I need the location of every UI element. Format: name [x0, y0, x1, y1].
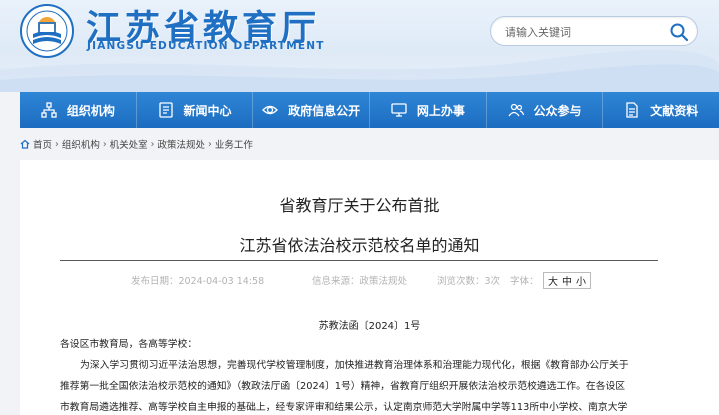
breadcrumb-business-work[interactable]: 业务工作 — [215, 137, 253, 151]
documents-icon — [626, 102, 638, 118]
public-participation-icon — [507, 103, 524, 117]
breadcrumb-home[interactable]: 首页 — [33, 137, 52, 151]
publish-time: 发布日期：2024-04-03 14:58 — [131, 276, 265, 287]
department-logo[interactable] — [20, 4, 74, 58]
search-box — [490, 16, 698, 46]
article-title-line1: 省教育厅关于公布首批 — [279, 196, 440, 215]
article-panel: 省教育厅关于公布首批 江苏省依法治校示范校名单的通知 发布日期：2024-04-… — [20, 160, 719, 415]
breadcrumb-separator: › — [102, 138, 107, 150]
nav-item-info-disclosure[interactable]: 政府信息公开 — [253, 92, 371, 128]
breadcrumb-organization[interactable]: 组织机构 — [62, 137, 100, 151]
online-service-icon — [391, 103, 407, 117]
nav-item-label: 公众参与 — [533, 103, 582, 118]
nav-item-label: 政府信息公开 — [288, 103, 361, 118]
nav-item-label: 文献资料 — [650, 103, 699, 118]
view-count: 浏览次数：3次 — [437, 276, 501, 287]
nav-item-documents[interactable]: 文献资料 — [603, 92, 719, 128]
breadcrumb: 首页 › 组织机构 › 机关处室 › 政策法规处 › 业务工作 — [20, 137, 253, 151]
breadcrumb-policy-office[interactable]: 政策法规处 — [157, 137, 205, 151]
document-number: 苏教法函〔2024〕1号 — [318, 321, 421, 332]
font-size-small[interactable]: 小 — [576, 277, 586, 288]
site-header: 江苏省教育厅 JIANGSU EDUCATION DEPARTMENT — [0, 0, 719, 92]
paragraph-line: 为深入学习贯彻习近平法治思想，完善现代学校管理制度，加快推进教育治理体系和治理能… — [80, 360, 629, 371]
font-size-switcher: 大中小 — [543, 272, 591, 289]
paragraph-line: 推荐第一批全国依法治校示范校的通知》（教政法厅函〔2024〕1号）精神，省教育厅… — [60, 381, 626, 392]
nav-item-label: 组织机构 — [66, 103, 115, 118]
home-icon — [20, 139, 30, 149]
search-icon[interactable] — [669, 22, 689, 42]
main-nav: 组织机构 新闻中心 政府信息公开 网上办事 公众参与 文献资料 — [20, 92, 719, 128]
nav-item-label: 新闻中心 — [183, 103, 232, 118]
breadcrumb-separator: › — [208, 138, 212, 150]
title-divider — [60, 260, 658, 261]
site-subtitle: JIANGSU EDUCATION DEPARTMENT — [87, 40, 325, 52]
font-size-medium[interactable]: 中 — [562, 277, 572, 288]
info-source: 信息来源：政策法规处 — [312, 276, 408, 287]
paragraph-line: 市教育局遴选推荐、高等学校自主申报的基础上，经专家评审和结果公示，认定南京师范大… — [60, 402, 628, 413]
nav-item-label: 网上办事 — [416, 103, 465, 118]
salutation: 各设区市教育局，各高等学校： — [60, 339, 198, 350]
breadcrumb-offices[interactable]: 机关处室 — [110, 137, 148, 151]
search-input[interactable] — [505, 23, 655, 41]
article-title-line2: 江苏省依法治校示范校名单的通知 — [239, 236, 480, 255]
info-disclosure-icon — [262, 105, 279, 115]
breadcrumb-separator: › — [150, 138, 155, 150]
font-size-large[interactable]: 大 — [548, 277, 558, 288]
news-icon — [158, 102, 173, 118]
font-size-label: 字体： — [510, 276, 539, 287]
nav-item-online-service[interactable]: 网上办事 — [370, 92, 487, 128]
nav-item-public-participation[interactable]: 公众参与 — [487, 92, 604, 128]
nav-item-organization[interactable]: 组织机构 — [20, 92, 137, 128]
breadcrumb-separator: › — [55, 138, 59, 150]
nav-item-news[interactable]: 新闻中心 — [137, 92, 254, 128]
org-chart-icon — [41, 102, 57, 118]
